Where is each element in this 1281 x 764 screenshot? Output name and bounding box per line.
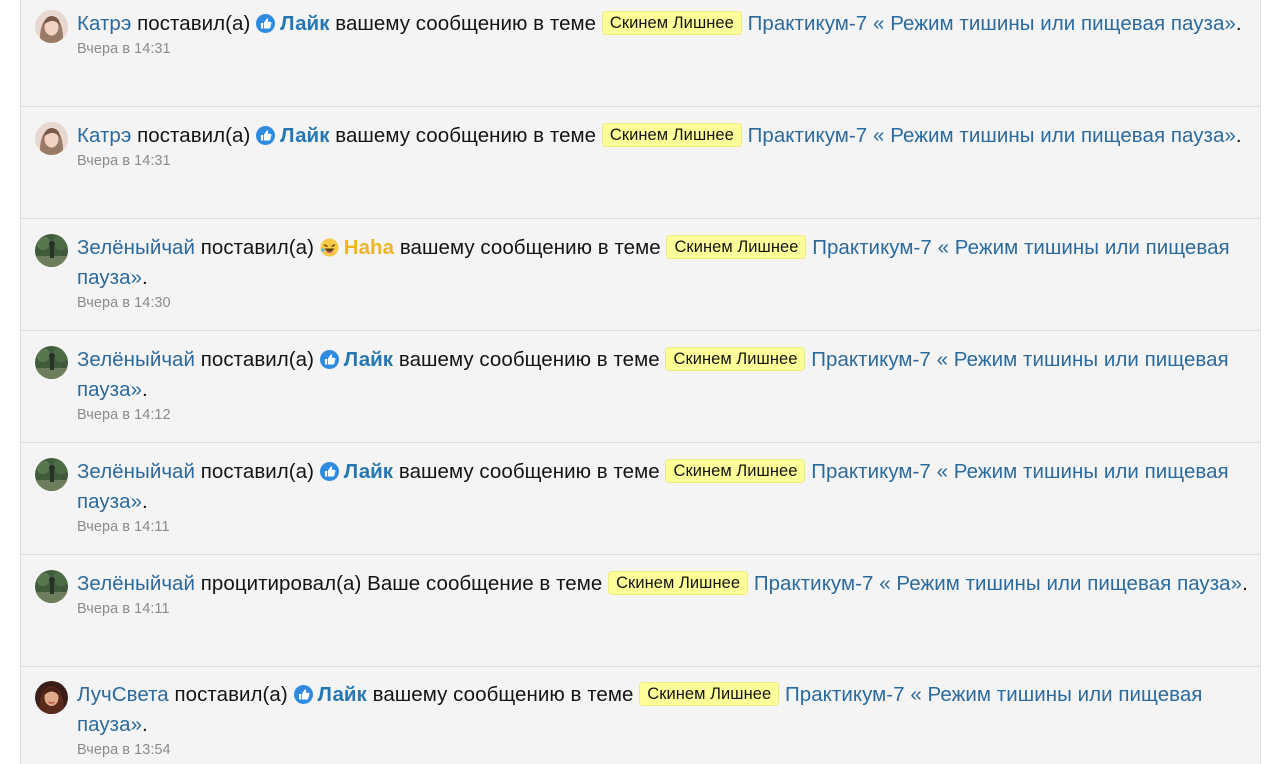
alert-row: Зелёныйчай поставил(а) Haha вашему сообщ… <box>21 219 1260 331</box>
haha-icon <box>320 238 339 257</box>
thread-prefix[interactable]: Скинем Лишнее <box>601 123 742 147</box>
alerts-list: Катрэ поставил(а) Лайк вашему сообщению … <box>20 0 1261 764</box>
avatar-zelenyichai[interactable] <box>35 346 68 379</box>
username-link[interactable]: Зелёныйчай <box>77 572 195 595</box>
timestamp: Вчера в 14:31 <box>77 41 171 57</box>
reaction: Лайк <box>319 348 394 371</box>
alert-tail: . <box>142 378 148 401</box>
alert-action: поставил(а) <box>137 124 251 147</box>
alert-tail: . <box>142 266 148 289</box>
timestamp: Вчера в 14:12 <box>77 407 171 423</box>
alert-text: Зелёныйчай процитировал(а) Ваше сообщени… <box>77 569 1252 618</box>
thread-prefix[interactable]: Скинем Лишнее <box>601 11 742 35</box>
alert-middle: вашему сообщению в теме <box>335 124 597 147</box>
reaction: Haha <box>320 236 394 259</box>
thread-prefix[interactable]: Скинем Лишнее <box>665 347 806 371</box>
alert-row: Катрэ поставил(а) Лайк вашему сообщению … <box>21 0 1260 107</box>
avatar-katre[interactable] <box>35 122 68 155</box>
reaction: Лайк <box>293 683 367 706</box>
reaction-label: Лайк <box>343 348 394 371</box>
alert-action: процитировал(а) <box>200 572 362 595</box>
username-link[interactable]: Зелёныйчай <box>77 348 195 371</box>
alert-text: Зелёныйчай поставил(а) Haha вашему сообщ… <box>77 233 1252 312</box>
alert-row: Зелёныйчай процитировал(а) Ваше сообщени… <box>21 555 1260 667</box>
avatar-katre[interactable] <box>35 10 68 43</box>
like-icon <box>293 685 313 704</box>
reaction-label: Лайк <box>317 683 367 706</box>
alert-middle: вашему сообщению в теме <box>398 348 660 371</box>
timestamp: Вчера в 14:11 <box>77 601 170 617</box>
alert-action: поставил(а) <box>137 12 251 35</box>
alert-middle: вашему сообщению в теме <box>372 683 634 706</box>
username-link[interactable]: Катрэ <box>77 12 131 35</box>
thread-prefix[interactable]: Скинем Лишнее <box>665 459 806 483</box>
like-icon <box>319 462 339 481</box>
timestamp: Вчера в 13:54 <box>77 742 171 758</box>
alert-middle: Ваше сообщение в теме <box>367 572 603 595</box>
like-icon <box>256 126 276 145</box>
timestamp: Вчера в 14:11 <box>77 519 170 535</box>
alert-action: поставил(а) <box>200 460 314 483</box>
alert-tail: . <box>1235 124 1242 147</box>
alert-tail: . <box>1235 12 1242 35</box>
like-icon <box>256 14 276 33</box>
alert-middle: вашему сообщению в теме <box>398 460 660 483</box>
like-icon <box>319 350 339 369</box>
alert-row: Зелёныйчай поставил(а) Лайк вашему сообщ… <box>21 443 1260 555</box>
alert-tail: . <box>142 713 148 736</box>
thread-link[interactable]: Практикум-7 « Режим тишины или пищевая п… <box>748 124 1236 147</box>
timestamp: Вчера в 14:31 <box>77 153 171 169</box>
reaction-label: Лайк <box>343 460 394 483</box>
thread-prefix[interactable]: Скинем Лишнее <box>608 571 749 595</box>
alert-text: Катрэ поставил(а) Лайк вашему сообщению … <box>77 9 1252 58</box>
username-link[interactable]: ЛучСвета <box>77 683 169 706</box>
alert-tail: . <box>1242 572 1248 595</box>
alert-text: Зелёныйчай поставил(а) Лайк вашему сообщ… <box>77 457 1252 536</box>
thread-prefix[interactable]: Скинем Лишнее <box>639 682 780 706</box>
alert-action: поставил(а) <box>174 683 288 706</box>
reaction: Лайк <box>256 124 329 147</box>
thread-prefix[interactable]: Скинем Лишнее <box>666 235 807 259</box>
avatar-luchsveta[interactable] <box>35 681 68 714</box>
alert-action: поставил(а) <box>200 348 314 371</box>
avatar-zelenyichai[interactable] <box>35 570 68 603</box>
alert-action: поставил(а) <box>200 236 314 259</box>
reaction-label: Лайк <box>280 124 330 147</box>
alert-middle: вашему сообщению в теме <box>335 12 597 35</box>
alert-row: Катрэ поставил(а) Лайк вашему сообщению … <box>21 107 1260 219</box>
alert-row: Зелёныйчай поставил(а) Лайк вашему сообщ… <box>21 331 1260 443</box>
username-link[interactable]: Катрэ <box>77 124 131 147</box>
alert-row: ЛучСвета поставил(а) Лайк вашему сообщен… <box>21 666 1260 764</box>
reaction-label: Лайк <box>280 12 330 35</box>
reaction-label: Haha <box>343 236 395 259</box>
alert-text: Зелёныйчай поставил(а) Лайк вашему сообщ… <box>77 345 1252 424</box>
avatar-zelenyichai[interactable] <box>35 458 68 491</box>
alert-text: Катрэ поставил(а) Лайк вашему сообщению … <box>77 121 1252 170</box>
timestamp: Вчера в 14:30 <box>77 295 171 311</box>
username-link[interactable]: Зелёныйчай <box>77 460 195 483</box>
alert-text: ЛучСвета поставил(а) Лайк вашему сообщен… <box>77 680 1252 759</box>
reaction: Лайк <box>256 12 329 35</box>
username-link[interactable]: Зелёныйчай <box>77 236 195 259</box>
reaction: Лайк <box>319 460 394 483</box>
thread-link[interactable]: Практикум-7 « Режим тишины или пищевая п… <box>754 572 1242 595</box>
alert-tail: . <box>142 490 148 513</box>
alert-middle: вашему сообщению в теме <box>399 236 661 259</box>
avatar-zelenyichai[interactable] <box>35 234 68 267</box>
thread-link[interactable]: Практикум-7 « Режим тишины или пищевая п… <box>748 12 1236 35</box>
